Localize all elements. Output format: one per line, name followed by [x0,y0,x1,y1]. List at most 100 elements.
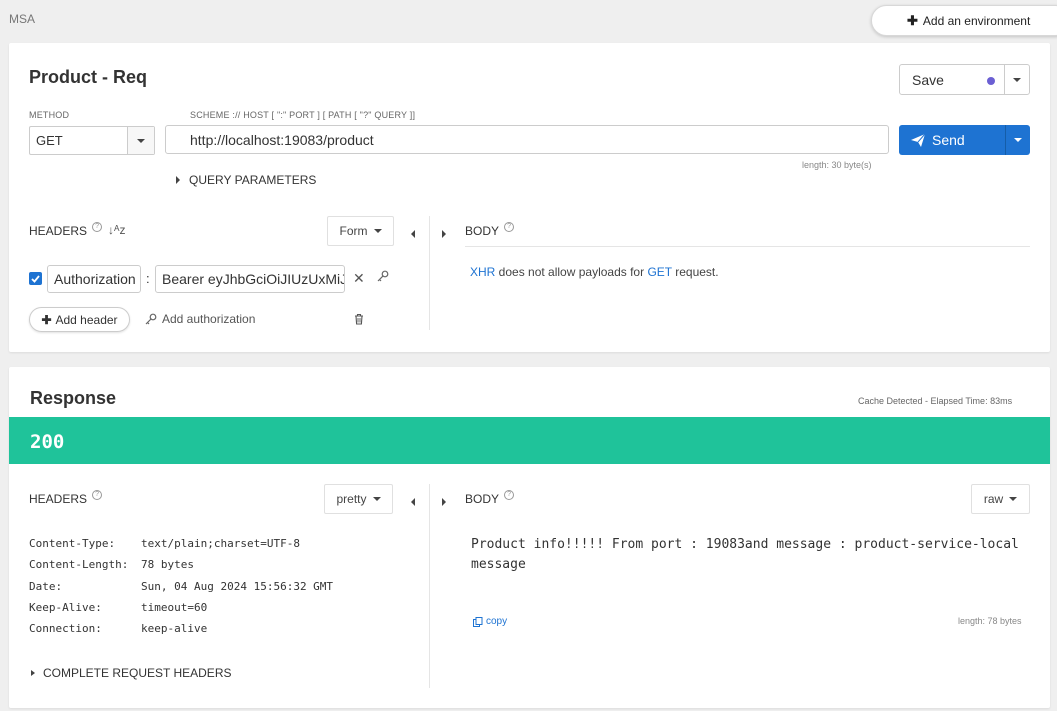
request-headers-heading: HEADERS ? ↓ᴬz [29,222,125,238]
checkmark-icon [31,274,40,283]
unsaved-dot-icon [987,77,995,85]
help-icon[interactable]: ? [92,222,103,232]
caret-down-icon [1013,77,1021,82]
save-button[interactable]: Save [900,65,1004,94]
response-header-value: 78 bytes [141,558,194,572]
response-header-row: Keep-Alive: timeout=60 [29,597,333,618]
headers-mode-value: Form [339,224,368,238]
method-value: GET [36,133,63,148]
response-header-value: keep-alive [141,622,208,636]
response-headers-mode-value: pretty [336,492,367,506]
response-body-heading: BODY ? [465,490,515,506]
response-headers-label: HEADERS [29,492,88,506]
method-dropdown-toggle[interactable] [127,127,154,154]
trash-icon[interactable] [354,313,364,325]
response-header-row: Content-Length: 78 bytes [29,554,333,575]
response-body-mode-select[interactable]: raw [971,484,1030,514]
response-header-key: Connection: [29,622,102,636]
add-authorization-button[interactable]: Add authorization [145,312,255,326]
save-label: Save [912,71,944,88]
key-icon [145,313,157,325]
save-button-group: Save [899,64,1030,95]
collapse-left-icon[interactable] [411,494,415,509]
triangle-right-icon [442,498,446,506]
add-header-button[interactable]: ✚ Add header [29,307,130,332]
request-headers-label: HEADERS [29,224,88,238]
response-header-value: Sun, 04 Aug 2024 15:56:32 GMT [141,579,334,593]
response-header-key: Date: [29,579,63,593]
send-button[interactable]: Send [899,125,1005,155]
response-headers-heading: HEADERS ? [29,490,103,506]
response-header-key: Keep-Alive: [29,601,102,615]
method-label: METHOD [29,110,70,120]
request-panel: Product - Req Save METHOD SCHEME :// HOS… [9,43,1050,352]
query-parameters-label: QUERY PARAMETERS [189,173,317,187]
expand-right-icon[interactable] [442,494,446,509]
url-length: length: 30 byte(s) [802,160,872,170]
send-label: Send [932,132,965,148]
breadcrumb[interactable]: MSA [9,12,35,26]
headers-mode-select[interactable]: Form [327,216,394,246]
plus-icon: ✚ [907,12,918,28]
triangle-left-icon [411,230,415,238]
body-divider [465,246,1030,247]
caret-down-icon [1014,138,1022,142]
xhr-link[interactable]: XHR [470,265,495,279]
help-icon[interactable]: ? [504,222,515,232]
caret-down-icon [137,138,145,143]
help-icon[interactable]: ? [504,490,515,500]
url-scheme-hint: SCHEME :// HOST [ ":" PORT ] [ PATH [ "?… [190,110,416,120]
save-dropdown-button[interactable] [1004,65,1029,94]
plus-icon: ✚ [41,312,52,327]
response-headers-mode-select[interactable]: pretty [324,484,393,514]
paper-plane-icon [911,133,925,147]
response-header-key: Content-Length: [29,558,129,572]
header-value-input[interactable]: Bearer eyJhbGciOiJIUzUxMiJ9 [155,265,345,293]
request-body-heading: BODY ? [465,222,515,238]
response-body-text[interactable]: Product info!!!!! From port : 19083and m… [471,535,1031,575]
triangle-left-icon [411,498,415,506]
caret-down-icon [373,229,382,233]
caret-down-icon [1009,497,1018,501]
query-parameters-toggle[interactable]: QUERY PARAMETERS [176,173,316,187]
request-title[interactable]: Product - Req [29,67,147,88]
triangle-right-icon [31,670,35,676]
header-enabled-checkbox[interactable] [29,272,42,285]
method-link[interactable]: GET [647,265,671,279]
send-dropdown-button[interactable] [1005,125,1030,155]
collapse-left-icon[interactable] [411,226,415,241]
copy-label: copy [486,616,508,627]
add-environment-label: Add an environment [922,13,1031,28]
response-header-row: Content-Type: text/plain;charset=UTF-8 [29,533,333,554]
response-body-length: length: 78 bytes [958,616,1022,626]
copy-button[interactable]: copy [473,616,507,627]
url-input[interactable]: http://localhost:19083/product [165,125,889,154]
response-header-row: Date: Sun, 04 Aug 2024 15:56:32 GMT [29,576,333,597]
triangle-right-icon [442,230,446,238]
send-button-group: Send [899,125,1030,155]
help-icon[interactable]: ? [92,490,103,500]
response-body-label: BODY [465,492,500,506]
cache-note: Cache Detected - Elapsed Time: 83ms [858,396,1013,406]
expand-right-icon[interactable] [442,226,446,241]
response-title: Response [30,388,117,408]
status-bar: 200 [9,417,1050,464]
close-icon[interactable]: ✕ [353,270,365,287]
response-header-row: Connection: keep-alive [29,618,333,639]
response-panel: Response Cache Detected - Elapsed Time: … [9,367,1050,708]
pane-divider[interactable] [429,484,430,688]
sort-icon[interactable]: ↓ᴬz [108,223,125,237]
method-select[interactable]: GET [29,126,155,155]
key-icon[interactable] [377,270,389,282]
request-body-label: BODY [465,224,500,238]
triangle-right-icon [176,176,180,184]
response-header-key: Content-Type: [29,537,116,551]
complete-request-headers-label: COMPLETE REQUEST HEADERS [43,666,232,680]
response-body-mode-value: raw [983,492,1004,506]
add-authorization-label: Add authorization [162,312,256,326]
pane-divider[interactable] [429,216,430,330]
header-key-input[interactable]: Authorization [47,265,141,293]
complete-request-headers-toggle[interactable]: COMPLETE REQUEST HEADERS [31,666,231,680]
copy-icon [473,616,483,627]
add-environment-button[interactable]: ✚ Add an environment [871,5,1057,36]
